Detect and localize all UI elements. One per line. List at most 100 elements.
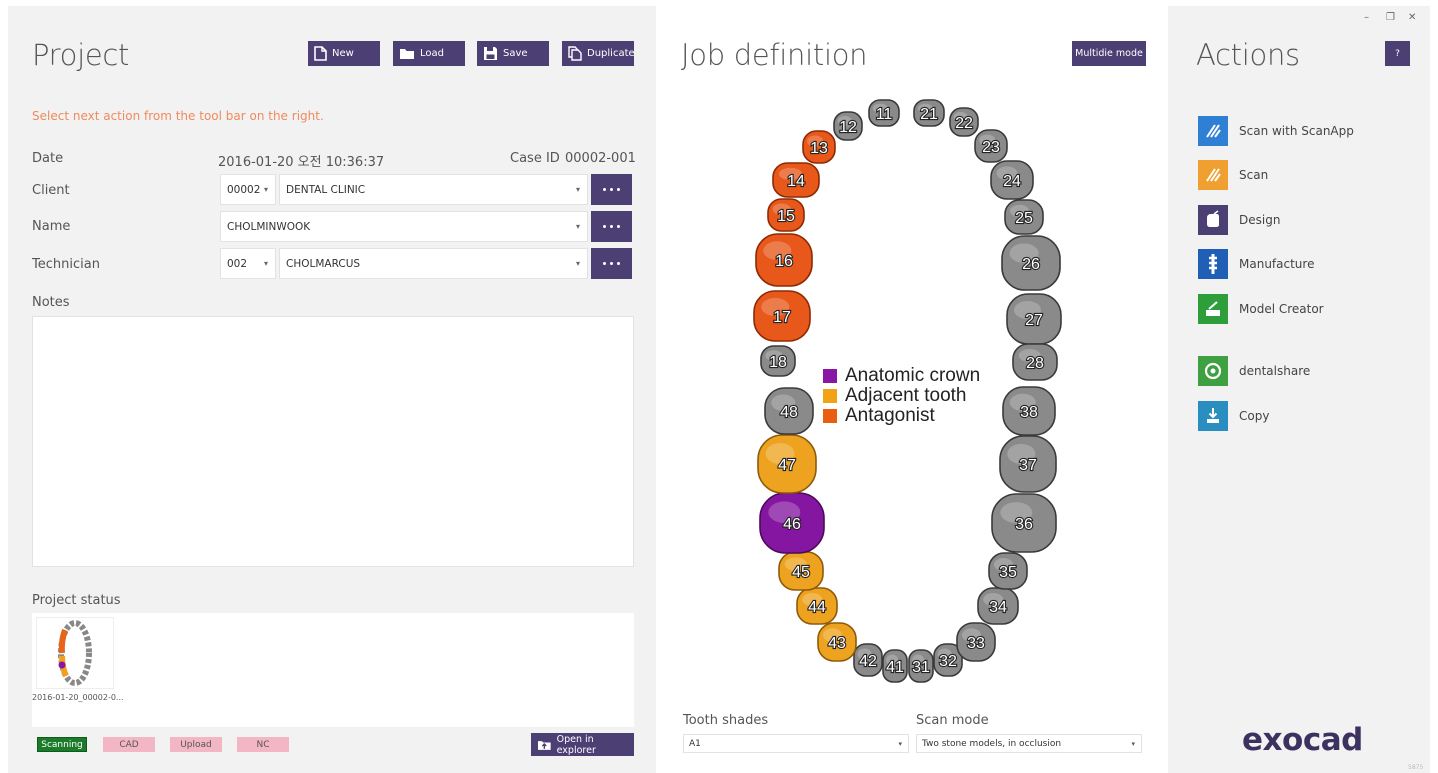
tooth-number: 41 — [886, 659, 904, 676]
action-label: dentalshare — [1239, 364, 1311, 378]
tooth-25[interactable]: 25 — [1004, 199, 1044, 235]
tooth-number: 12 — [839, 119, 857, 136]
tooth-12[interactable]: 12 — [833, 111, 863, 141]
tooth-43[interactable]: 43 — [817, 622, 857, 662]
legend-swatch — [823, 369, 837, 383]
chevron-down-icon: ▾ — [263, 259, 268, 268]
technician-name-value: CHOLMARCUS — [286, 257, 361, 270]
tooth-41[interactable]: 41 — [882, 649, 908, 683]
tooth-24[interactable]: 24 — [990, 160, 1034, 200]
open-in-explorer-button[interactable]: Open in explorer — [531, 733, 634, 756]
tooth-11[interactable]: 11 — [868, 99, 900, 127]
tooth-36[interactable]: 36 — [991, 493, 1057, 553]
exocad-logo: exocad — [1242, 722, 1363, 758]
project-thumbnail[interactable] — [36, 617, 114, 689]
tooth-48[interactable]: 48 — [764, 387, 814, 435]
tooth-22[interactable]: 22 — [949, 107, 979, 137]
tooth-28[interactable]: 28 — [1012, 343, 1058, 381]
tooth-18[interactable]: 18 — [760, 345, 796, 377]
project-title: Project — [32, 38, 130, 72]
tooth-27[interactable]: 27 — [1006, 293, 1062, 345]
name-field[interactable]: CHOLMINWOOK ▾ — [220, 211, 588, 242]
scan-mode-select[interactable]: Two stone models, in occlusion ▾ — [916, 734, 1142, 753]
scanapp-icon — [1198, 116, 1228, 146]
status-badge-upload: Upload — [170, 737, 222, 752]
duplicate-button[interactable]: Duplicate — [562, 41, 635, 66]
tooth-number: 21 — [920, 106, 938, 123]
duplicate-button-label: Duplicate — [587, 48, 635, 59]
tooth-38[interactable]: 38 — [1002, 386, 1056, 436]
tooth-17[interactable]: 17 — [753, 290, 811, 342]
close-icon[interactable]: ✕ — [1408, 12, 1416, 23]
action-scan[interactable]: Scan — [1198, 160, 1268, 190]
tooth-34[interactable]: 34 — [977, 587, 1019, 625]
chevron-down-icon: ▾ — [263, 185, 268, 194]
project-status-area: 2016-01-20_00002-0... — [32, 613, 634, 727]
action-label: Manufacture — [1239, 257, 1315, 271]
action-manufacture[interactable]: Manufacture — [1198, 249, 1314, 279]
tooth-44[interactable]: 44 — [796, 587, 838, 625]
name-more-button[interactable] — [591, 211, 632, 242]
scan-mode-value: Two stone models, in occlusion — [922, 738, 1062, 749]
technician-more-button[interactable] — [591, 248, 632, 279]
tooth-23[interactable]: 23 — [974, 129, 1008, 163]
tooth-21[interactable]: 21 — [913, 99, 945, 127]
tooth-31[interactable]: 31 — [908, 649, 934, 683]
tooth-45[interactable]: 45 — [778, 551, 824, 591]
action-design[interactable]: Design — [1198, 205, 1280, 235]
restore-icon[interactable]: ❐ — [1386, 12, 1395, 23]
tooth-number: 13 — [810, 140, 828, 157]
action-label: Copy — [1239, 409, 1270, 423]
tooth-47[interactable]: 47 — [757, 434, 817, 494]
load-button-label: Load — [420, 48, 444, 59]
tooth-number: 35 — [999, 564, 1017, 581]
client-name-select[interactable]: DENTAL CLINIC ▾ — [279, 174, 588, 205]
tooth-number: 38 — [1020, 404, 1038, 421]
tooth-number: 28 — [1026, 355, 1044, 372]
tooth-13[interactable]: 13 — [802, 130, 836, 164]
tooth-number: 36 — [1015, 516, 1033, 533]
technician-code-select[interactable]: 002 ▾ — [220, 248, 276, 279]
tooth-46[interactable]: 46 — [759, 492, 825, 554]
action-copy[interactable]: Copy — [1198, 401, 1269, 431]
tooth-number: 17 — [773, 309, 791, 326]
status-badge-scanning: Scanning — [37, 737, 87, 752]
tooth-number: 43 — [828, 635, 846, 652]
tooth-33[interactable]: 33 — [956, 622, 996, 662]
name-label: Name — [32, 219, 71, 234]
tooth-37[interactable]: 37 — [999, 435, 1057, 493]
tooth-number: 48 — [780, 404, 798, 421]
load-button[interactable]: Load — [393, 41, 465, 66]
action-label: Scan with ScanApp — [1239, 124, 1354, 138]
client-name-value: DENTAL CLINIC — [286, 183, 366, 196]
tooth-42[interactable]: 42 — [853, 643, 883, 677]
legend-item-adjacent-tooth: Adjacent tooth — [823, 385, 980, 406]
tooth-number: 44 — [808, 599, 826, 616]
tooth-number: 46 — [783, 516, 801, 533]
client-more-button[interactable] — [591, 174, 632, 205]
tooth-number: 37 — [1019, 457, 1037, 474]
legend-item-antagonist: Antagonist — [823, 405, 980, 426]
tooth-number: 16 — [775, 253, 793, 270]
new-button-label: New — [332, 48, 354, 59]
tooth-shades-select[interactable]: A1 ▾ — [683, 734, 909, 753]
notes-textarea[interactable] — [32, 316, 634, 567]
action-dentalshare[interactable]: dentalshare — [1198, 356, 1310, 386]
tooth-15[interactable]: 15 — [767, 198, 805, 232]
action-scan-with-scanapp[interactable]: Scan with ScanApp — [1198, 116, 1354, 146]
tooth-26[interactable]: 26 — [1001, 235, 1061, 291]
tooth-35[interactable]: 35 — [988, 552, 1028, 590]
tooth-14[interactable]: 14 — [772, 162, 820, 198]
chevron-down-icon: ▾ — [575, 185, 580, 194]
tooth-16[interactable]: 16 — [755, 233, 813, 287]
minimize-icon[interactable]: – — [1364, 12, 1369, 23]
save-button[interactable]: Save — [477, 41, 549, 66]
help-button[interactable]: ? — [1385, 41, 1410, 66]
technician-code-value: 002 — [227, 257, 248, 270]
technician-name-select[interactable]: CHOLMARCUS ▾ — [279, 248, 588, 279]
version-label: 5875 — [1408, 764, 1424, 771]
action-model-creator[interactable]: Model Creator — [1198, 294, 1324, 324]
new-button[interactable]: New — [308, 41, 380, 66]
action-label: Scan — [1239, 168, 1269, 182]
client-code-select[interactable]: 00002 ▾ — [220, 174, 276, 205]
